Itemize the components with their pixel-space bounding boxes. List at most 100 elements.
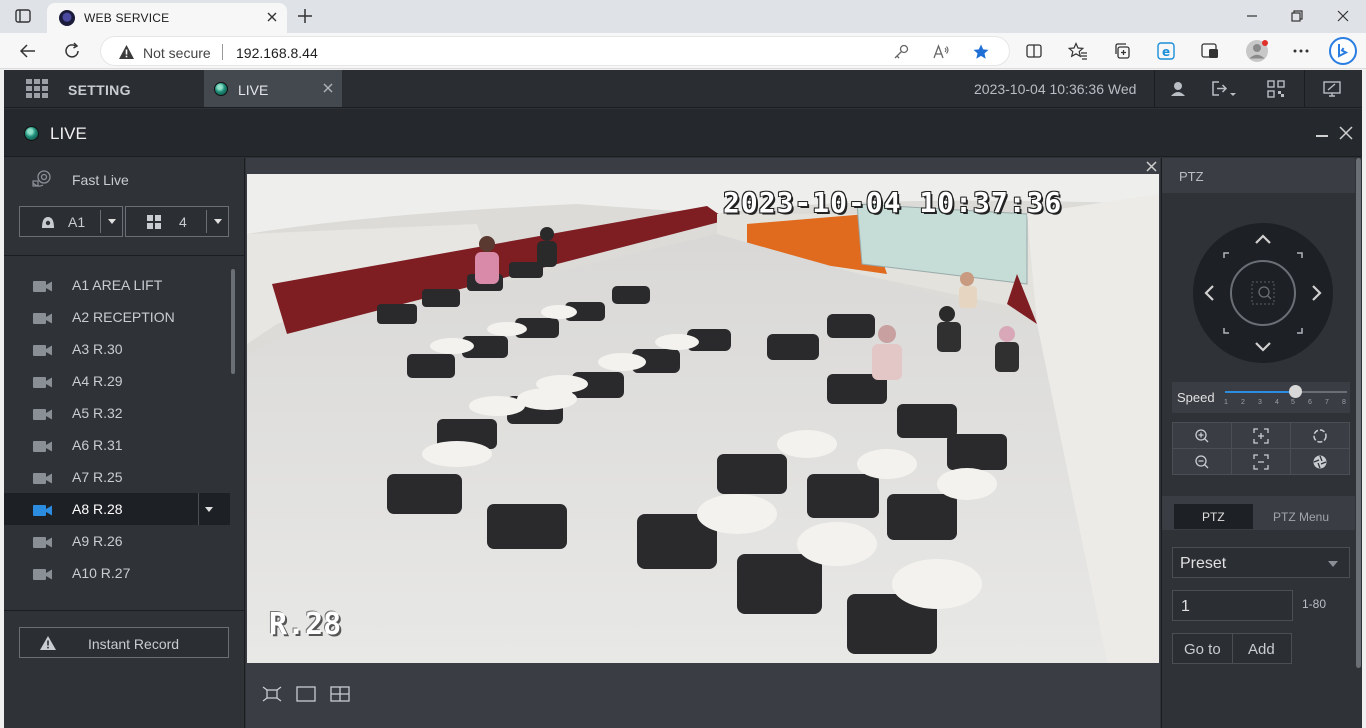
internet-explorer-mode-icon[interactable]: e (1156, 41, 1176, 61)
focus-near-button[interactable] (1232, 423, 1291, 449)
select-divider (206, 210, 207, 233)
instant-record-button[interactable]: Instant Record (19, 627, 229, 658)
camera-list-item[interactable]: A4 R.29 (4, 365, 230, 397)
main-menu-grid-icon[interactable] (26, 79, 48, 99)
camera-list-item[interactable]: A9 R.26 (4, 525, 230, 557)
camera-list-item[interactable]: A3 R.30 (4, 333, 230, 365)
speed-tick-label: 1 (1224, 399, 1228, 406)
tab-live[interactable]: LIVE (204, 70, 342, 107)
not-secure-label[interactable]: Not secure (143, 45, 211, 61)
tab-actions-icon[interactable] (14, 7, 32, 25)
live-panel-title: LIVE (50, 124, 87, 143)
live-panel-bar: LIVE (4, 109, 1362, 157)
close-panel-icon[interactable] (1339, 126, 1353, 140)
restore-window-icon[interactable] (1287, 6, 1307, 26)
focus-far-button[interactable] (1232, 449, 1291, 475)
browser-tab[interactable]: WEB SERVICE (47, 3, 287, 33)
tab-ptz-menu[interactable]: PTZ Menu (1273, 510, 1329, 524)
logout-icon[interactable] (1210, 79, 1240, 99)
split-screen-icon[interactable] (1024, 41, 1044, 61)
goto-preset-button[interactable]: Go to (1172, 633, 1233, 664)
camera-list-item[interactable]: A10 R.27 (4, 557, 230, 589)
ptz-panel: PTZ Speed 1234 5 6 7 8 PTZ PTZ Menu Pres… (1161, 158, 1355, 728)
url-field[interactable]: Not secure 192.168.8.44 (100, 36, 1010, 66)
live-status-icon (214, 82, 228, 96)
speed-tick-label: 8 (1342, 399, 1346, 406)
close-tab-icon[interactable] (263, 8, 281, 26)
reload-icon[interactable] (62, 41, 82, 61)
iris-close-button[interactable] (1291, 449, 1350, 475)
camera-label: A1 AREA LIFT (72, 277, 163, 293)
fit-window-icon[interactable] (262, 686, 282, 702)
svg-text:e: e (1162, 45, 1170, 59)
quad-view-icon[interactable] (330, 686, 350, 702)
zoom-in-button[interactable] (1173, 423, 1232, 449)
add-preset-label: Add (1248, 641, 1275, 658)
back-arrow-icon[interactable] (18, 41, 38, 61)
collections-icon[interactable] (1112, 41, 1132, 61)
camera-list-item[interactable]: A5 R.32 (4, 397, 230, 429)
url-text[interactable]: 192.168.8.44 (236, 45, 318, 61)
iris-open-button[interactable] (1291, 423, 1350, 449)
password-key-icon[interactable] (892, 43, 910, 61)
speed-slider[interactable] (1225, 385, 1347, 398)
camera-list-item[interactable]: A8 R.28 (4, 493, 230, 525)
fast-live-label[interactable]: Fast Live (72, 172, 129, 188)
live-video-feed[interactable]: 2023-10-04 10:37:36 R.28 (247, 174, 1159, 663)
focus-plus-icon (1253, 428, 1269, 444)
video-osd-timestamp: 2023-10-04 10:37:36 (723, 186, 1063, 219)
favorites-icon[interactable] (1068, 41, 1088, 61)
site-favicon-icon (59, 10, 75, 26)
camera-list-scrollbar[interactable] (231, 269, 235, 374)
select-divider (100, 210, 101, 233)
chevron-down-icon[interactable] (108, 219, 116, 224)
browser-address-bar: Not secure 192.168.8.44 e (0, 33, 1366, 69)
more-options-icon[interactable] (1291, 41, 1311, 61)
camera-list-item[interactable]: A1 AREA LIFT (4, 269, 230, 301)
split-select[interactable]: 4 (125, 206, 229, 237)
camera-list: A1 AREA LIFT A2 RECEPTION A3 R.30 A4 R.29 A5… (4, 269, 230, 589)
header-divider (1304, 70, 1305, 108)
close-live-tab-icon[interactable] (322, 82, 334, 94)
camera-list-item[interactable]: A2 RECEPTION (4, 301, 230, 333)
minimize-window-icon[interactable] (1242, 6, 1262, 26)
ptz-panel-scrollbar[interactable] (1355, 158, 1362, 668)
close-window-icon[interactable] (1333, 6, 1353, 26)
favorite-star-icon[interactable] (972, 43, 990, 61)
fullscreen-display-icon[interactable] (1322, 79, 1342, 99)
single-view-icon[interactable] (296, 686, 316, 702)
browser-essentials-icon[interactable] (1200, 41, 1220, 61)
chevron-down-icon[interactable] (1328, 561, 1338, 567)
qr-code-icon[interactable] (1266, 79, 1286, 99)
new-tab-icon[interactable] (295, 6, 315, 26)
chevron-down-icon[interactable] (214, 219, 222, 224)
close-video-icon[interactable] (1146, 161, 1157, 172)
minimize-panel-icon[interactable] (1316, 135, 1328, 137)
user-icon[interactable] (1168, 79, 1188, 99)
camera-list-item[interactable]: A6 R.31 (4, 429, 230, 461)
stream-type-dropdown[interactable] (198, 493, 220, 525)
setting-menu-label[interactable]: SETTING (68, 82, 131, 98)
ptz-speed-control: Speed 1 2 3 4 5 6 7 8 (1172, 382, 1350, 413)
area-select[interactable]: A1 (19, 206, 123, 237)
zoom-out-icon (1195, 455, 1209, 469)
speed-slider-fill (1225, 391, 1295, 393)
system-datetime: 2023-10-04 10:36:36 Wed (974, 81, 1137, 97)
bing-copilot-icon[interactable] (1329, 37, 1357, 65)
zoom-out-button[interactable] (1173, 449, 1232, 475)
profile-avatar[interactable] (1245, 39, 1269, 63)
warning-icon[interactable] (118, 44, 135, 60)
camera-list-item[interactable]: A7 R.25 (4, 461, 230, 493)
tab-ptz[interactable]: PTZ (1174, 504, 1253, 529)
preset-select-value: Preset (1180, 555, 1227, 572)
ptz-direction-wheel[interactable] (1192, 222, 1334, 364)
speed-slider-handle[interactable] (1289, 385, 1302, 398)
fast-live-icon[interactable] (30, 170, 54, 188)
read-aloud-icon[interactable] (932, 43, 950, 61)
ptz-lens-controls (1172, 422, 1350, 475)
ptz-scrollbar-thumb[interactable] (1356, 158, 1361, 668)
preset-select[interactable]: Preset (1172, 547, 1350, 578)
preset-number-input[interactable]: 1 (1172, 590, 1293, 621)
panel-divider (4, 610, 245, 611)
add-preset-button[interactable]: Add (1232, 633, 1292, 664)
